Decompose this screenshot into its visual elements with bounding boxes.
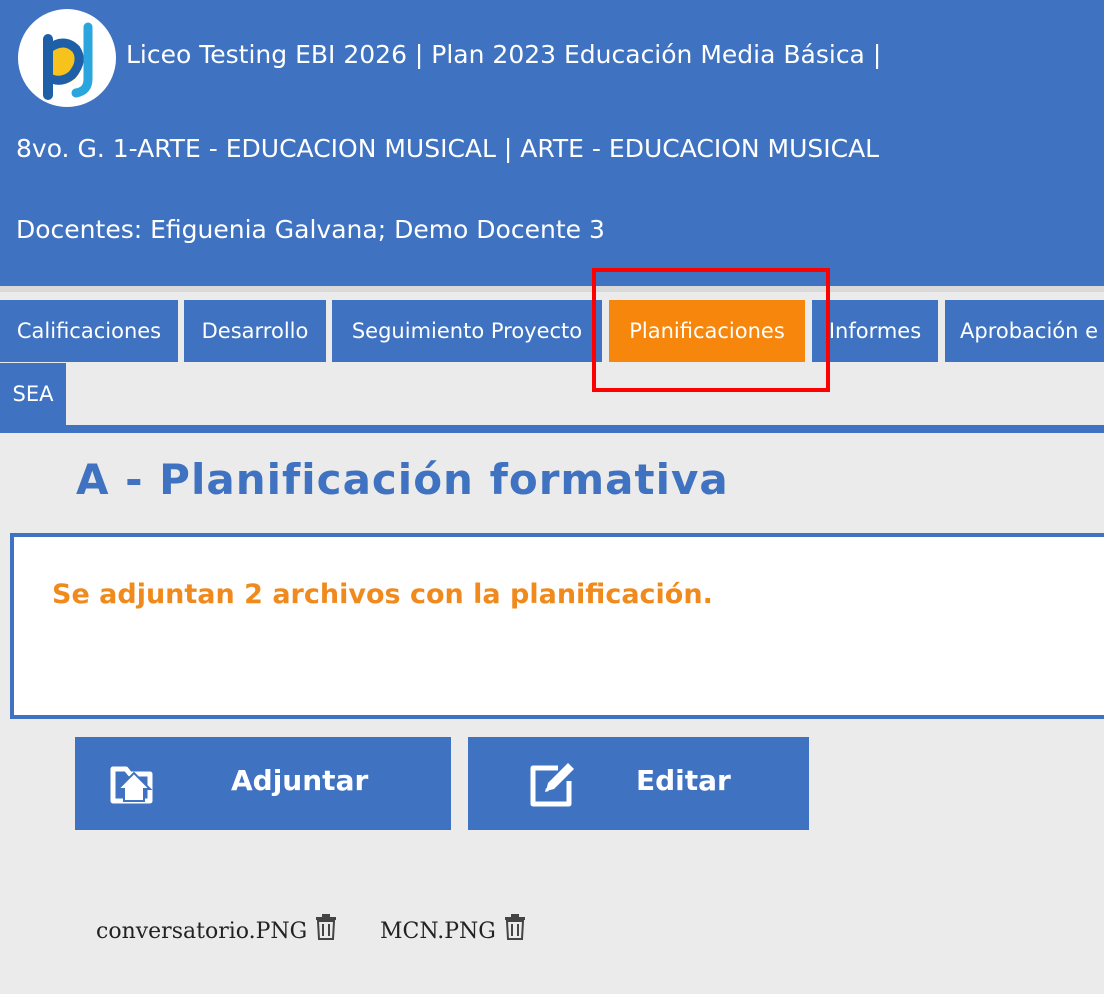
- course-line: 8vo. G. 1-ARTE - EDUCACION MUSICAL | ART…: [16, 134, 880, 163]
- planning-content-text: Se adjuntan 2 archivos con la planificac…: [52, 579, 713, 610]
- header-divider: [0, 286, 1104, 292]
- tab-informes[interactable]: Informes: [812, 300, 938, 362]
- editar-button[interactable]: Editar: [468, 737, 809, 830]
- trash-icon[interactable]: [315, 914, 337, 940]
- adjuntar-button[interactable]: Adjuntar: [75, 737, 451, 830]
- file-name[interactable]: MCN.PNG: [380, 919, 496, 944]
- tabs-underline: [0, 425, 1104, 433]
- section-title: A - Planificación formativa: [76, 455, 729, 504]
- trash-icon[interactable]: [504, 914, 526, 940]
- logo-icon[interactable]: [18, 9, 116, 107]
- teachers-line: Docentes: Efiguenia Galvana; Demo Docent…: [16, 215, 605, 244]
- header: Liceo Testing EBI 2026 | Plan 2023 Educa…: [0, 0, 1104, 286]
- upload-folder-icon: [110, 761, 158, 812]
- tab-desarrollo[interactable]: Desarrollo: [184, 300, 326, 362]
- file-item[interactable]: conversatorio.PNG: [96, 914, 337, 944]
- file-item[interactable]: MCN.PNG: [380, 914, 526, 944]
- institution-plan-line: Liceo Testing EBI 2026 | Plan 2023 Educa…: [126, 40, 882, 69]
- adjuntar-label: Adjuntar: [231, 764, 369, 797]
- tab-calificaciones[interactable]: Calificaciones: [0, 300, 178, 362]
- tab-planificaciones[interactable]: Planificaciones: [609, 300, 805, 362]
- file-name[interactable]: conversatorio.PNG: [96, 919, 307, 944]
- tab-seguimiento-proyecto[interactable]: Seguimiento Proyecto: [332, 300, 602, 362]
- tab-aprobacion[interactable]: Aprobación e: [945, 300, 1104, 362]
- planning-content-box: Se adjuntan 2 archivos con la planificac…: [10, 533, 1104, 719]
- edit-icon: [528, 761, 576, 816]
- tab-sea[interactable]: SEA: [0, 363, 66, 425]
- editar-label: Editar: [636, 764, 731, 797]
